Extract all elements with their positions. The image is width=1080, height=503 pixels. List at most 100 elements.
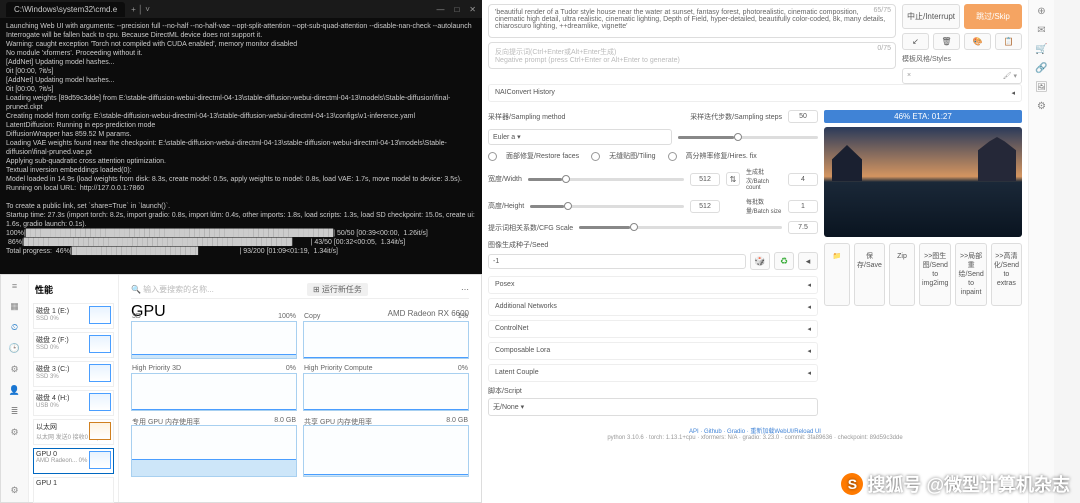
rail-icon-4[interactable]: 🔗 [1035, 63, 1047, 74]
details-icon[interactable]: ≣ [11, 406, 19, 417]
nai-history-accordion[interactable]: NAIConvert History◂ [488, 84, 1022, 102]
sidebar-disk-3[interactable]: 磁盘 3 (C:)SSD 3% [33, 361, 114, 387]
cfg-label: 提示词相关系数/CFG Scale [488, 223, 573, 233]
seed-input[interactable]: -1 [488, 254, 746, 269]
clear-button[interactable]: 🗑 [933, 33, 960, 50]
width-value[interactable]: 512 [690, 173, 720, 186]
terminal-window: C:\Windows\system32\cmd.e + │ ˅ — □ ✕ La… [0, 0, 482, 274]
script-dropdown[interactable]: 无/None ▾ [488, 398, 818, 416]
image-preview[interactable] [824, 127, 1022, 237]
restore-faces-checkbox[interactable] [488, 152, 497, 161]
startup-icon[interactable]: ⚙ [10, 364, 18, 375]
style-apply-button[interactable]: 🎨 [964, 33, 991, 50]
steps-value[interactable]: 50 [788, 110, 818, 123]
tiling-checkbox[interactable] [591, 152, 600, 161]
accordion-composable-lora[interactable]: Composable Lora◂ [488, 342, 818, 360]
interrupt-button[interactable]: 中止/Interrupt [902, 4, 960, 29]
accordion-additional-networks[interactable]: Additional Networks◂ [488, 298, 818, 316]
minimize-icon[interactable]: — [436, 5, 444, 14]
prompt-token-count: 65/75 [873, 7, 891, 14]
taskmgr-nav-rail: ≡ ▦ ⏲ 🕒 ⚙ 👤 ≣ ⚙ ⚙ [1, 275, 29, 502]
sidebar-disk-2[interactable]: 磁盘 2 (F:)SSD 0% [33, 332, 114, 358]
sampler-dropdown[interactable]: Euler a ▾ [488, 129, 672, 145]
neg-prompt-token-count: 0/75 [877, 45, 891, 52]
height-label: 高度/Height [488, 201, 524, 211]
send-extras-button[interactable]: >>高清化/Send to extras [991, 243, 1022, 306]
maximize-icon[interactable]: □ [454, 5, 459, 14]
taskmgr-sidebar: 性能 磁盘 1 (E:)SSD 0% 磁盘 2 (F:)SSD 0% 磁盘 3 … [29, 275, 119, 502]
stable-diffusion-webui: 'beautiful render of a Tudor style house… [482, 0, 1054, 503]
seed-extra-toggle[interactable]: ◂ [798, 252, 818, 270]
settings-icon[interactable]: ⚙ [10, 485, 18, 496]
processes-icon[interactable]: ▦ [10, 301, 19, 312]
terminal-tab[interactable]: C:\Windows\system32\cmd.e [6, 2, 125, 17]
send-img2img-button[interactable]: >>图生图/Send to img2img [919, 243, 951, 306]
negative-prompt-textarea[interactable]: 反向提示词(Ctrl+Enter或Alt+Enter生成) Negative p… [488, 42, 896, 69]
services-icon[interactable]: ⚙ [10, 427, 18, 438]
height-value[interactable]: 512 [690, 200, 720, 213]
sampler-label: 采样器/Sampling method [488, 112, 565, 122]
neg-prompt-placeholder: 反向提示词(Ctrl+Enter或Alt+Enter生成) Negative p… [495, 49, 680, 64]
batch-count-value[interactable]: 4 [788, 173, 818, 186]
steps-slider[interactable] [678, 136, 818, 139]
chart-hp-compute[interactable]: High Priority Compute0% [303, 373, 469, 411]
prompt-textarea[interactable]: 'beautiful render of a Tudor style house… [488, 4, 896, 38]
accordion-controlnet[interactable]: ControlNet◂ [488, 320, 818, 338]
styles-dropdown[interactable]: ×🖌 ▾ [902, 68, 1022, 84]
rail-icon-1[interactable]: ⊕ [1037, 6, 1045, 17]
accordion-latent-couple[interactable]: Latent Couple◂ [488, 364, 818, 382]
send-inpaint-button[interactable]: >>局部重绘/Send to inpaint [955, 243, 986, 306]
open-folder-button[interactable]: 📁 [824, 243, 850, 306]
seed-label: 图像生成种子/Seed [488, 240, 818, 250]
hires-checkbox[interactable] [668, 152, 677, 161]
rail-icon-2[interactable]: ✉ [1037, 25, 1045, 36]
taskmgr-sidebar-header: 性能 [31, 279, 116, 300]
chart-shared-mem[interactable]: 共享 GPU 内存使用率8.0 GB [303, 425, 469, 477]
users-icon[interactable]: 👤 [9, 385, 20, 396]
chart-copy[interactable]: Copy1% [303, 321, 469, 359]
cfg-value[interactable]: 7.5 [788, 221, 818, 234]
zip-button[interactable]: Zip [889, 243, 915, 306]
taskmgr-main: 🔍 输入要搜索的名称... ⊞ 运行新任务 ⋯ GPU AMD Radeon R… [119, 275, 481, 502]
chart-hp-3d[interactable]: High Priority 3D0% [131, 373, 297, 411]
more-icon[interactable]: ⋯ [461, 285, 469, 294]
rail-icon-3[interactable]: 🛒 [1035, 44, 1047, 55]
terminal-titlebar[interactable]: C:\Windows\system32\cmd.e + │ ˅ — □ ✕ [0, 0, 482, 18]
sidebar-gpu-1[interactable]: GPU 1 [33, 477, 114, 503]
footer-links[interactable]: API · Github · Gradio · 重新加载WebUI/Reload… [488, 426, 1022, 435]
batch-size-value[interactable]: 1 [788, 200, 818, 213]
rail-icon-5[interactable]: 🖼 [1035, 82, 1048, 93]
width-label: 宽度/Width [488, 174, 522, 184]
steps-label: 采样迭代步数/Sampling steps [690, 112, 782, 122]
rail-icon-6[interactable]: ⚙ [1037, 101, 1046, 112]
sidebar-ethernet[interactable]: 以太网以太网 发送0 接收0 Kbp [33, 419, 114, 445]
arrow-button[interactable]: ↙ [902, 33, 929, 50]
accordion-posex[interactable]: Posex◂ [488, 276, 818, 294]
script-label: 脚本/Script [488, 386, 818, 396]
wh-swap-button[interactable]: ⇅ [726, 172, 740, 186]
watermark: S 搜狐号 @微型计算机杂志 [841, 471, 1070, 497]
sidebar-disk-1[interactable]: 磁盘 1 (E:)SSD 0% [33, 303, 114, 329]
seed-reuse-button[interactable]: ♻ [774, 252, 794, 270]
webui-side-rail: ⊕ ✉ 🛒 🔗 🖼 ⚙ ⋯ [1028, 0, 1054, 503]
cfg-slider[interactable] [579, 226, 782, 229]
sidebar-gpu-0[interactable]: GPU 0AMD Radeon... 0% (4%) [33, 448, 114, 474]
seed-random-button[interactable]: 🎲 [750, 252, 770, 270]
chart-3d[interactable]: 3D100% [131, 321, 297, 359]
history-icon[interactable]: 🕒 [9, 343, 20, 354]
terminal-output[interactable]: Launching Web UI with arguments: --preci… [0, 18, 482, 260]
save-button[interactable]: 保存/Save [854, 243, 885, 306]
search-placeholder[interactable]: 🔍 输入要搜索的名称... [131, 284, 214, 295]
performance-icon[interactable]: ⏲ [11, 322, 18, 333]
run-task-button[interactable]: ⊞ 运行新任务 [307, 283, 368, 296]
terminal-new-tab[interactable]: + │ ˅ [131, 5, 150, 14]
skip-button[interactable]: 跳过/Skip [964, 4, 1022, 29]
sidebar-disk-4[interactable]: 磁盘 4 (H:)USB 0% [33, 390, 114, 416]
gpu-name: AMD Radeon RX 6600 [388, 309, 469, 318]
menu-icon[interactable]: ≡ [12, 281, 17, 291]
width-slider[interactable] [528, 178, 684, 181]
close-icon[interactable]: ✕ [469, 5, 476, 14]
chart-vram[interactable]: 专用 GPU 内存使用率8.0 GB [131, 425, 297, 477]
style-save-button[interactable]: 📋 [995, 33, 1022, 50]
height-slider[interactable] [530, 205, 684, 208]
